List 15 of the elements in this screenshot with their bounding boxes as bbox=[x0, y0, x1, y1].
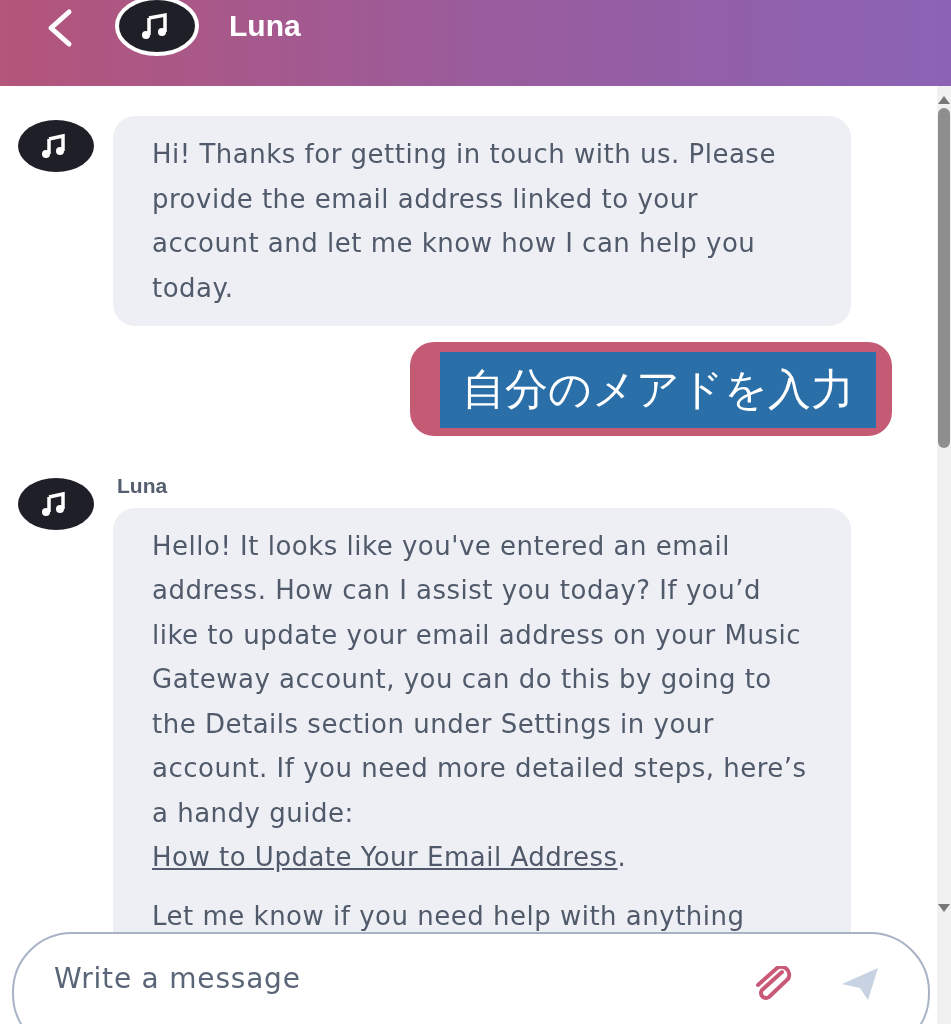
avatar-icon bbox=[115, 0, 199, 56]
scrollbar-thumb[interactable] bbox=[938, 108, 950, 448]
chat-title: Luna bbox=[229, 9, 301, 43]
scroll-up-icon[interactable] bbox=[938, 94, 950, 104]
redaction-label: 自分のメアドを入力 bbox=[440, 352, 876, 428]
avatar-icon bbox=[18, 120, 94, 172]
scroll-down-icon[interactable] bbox=[938, 904, 950, 914]
message-text: Hi! Thanks for getting in touch with us. Please provide the email address linked to your account and let me know how I can help you today. bbox=[152, 138, 777, 305]
sender-name: Luna bbox=[117, 473, 169, 498]
scrollbar[interactable] bbox=[937, 86, 951, 1024]
avatar-icon bbox=[18, 477, 94, 530]
message-text: Hello! It looks like you've entered an email address. How can I assist you today? If you’d like to update your email address on your Music Gateway account, you can do this by going to the Details section under Settings in your account. If you need more detailed steps, here’s a handy guide: How to Update Your Email Address. bbox=[152, 529, 808, 875]
message-text: Let me know if you need help with anything bbox=[152, 899, 746, 933]
guide-link[interactable]: How to Update Your Email Address bbox=[152, 842, 618, 873]
message-input[interactable]: Write a message bbox=[12, 932, 930, 1024]
